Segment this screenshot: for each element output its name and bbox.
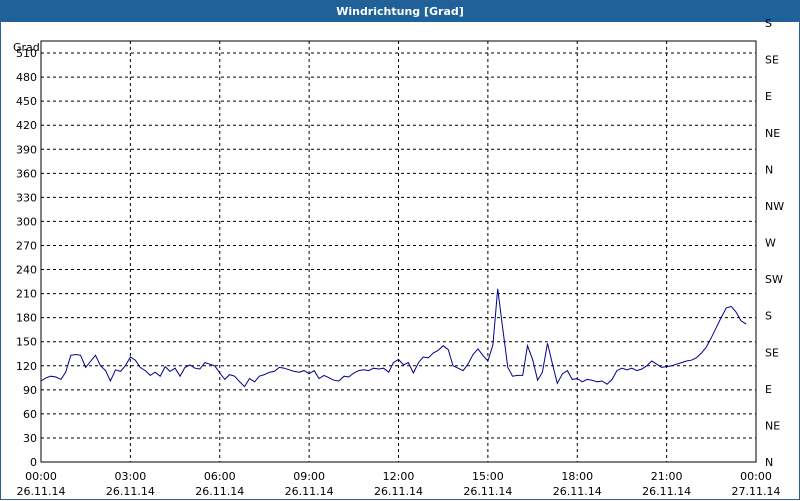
y-axis-ticks: 0 30 60 90 120 150 180 210 240 270 300 330 360 390 420… — [16, 47, 37, 469]
y-tick-label: 360 — [16, 167, 37, 180]
x-tick-time: 18:00 — [561, 470, 593, 483]
x-tick-date: 27.11.14 — [732, 485, 781, 498]
y2-tick-label: NE — [765, 127, 780, 140]
y-tick-label: 420 — [16, 119, 37, 132]
y-tick-label: 270 — [16, 239, 37, 252]
y-tick-label: 30 — [23, 432, 37, 445]
y2-axis-ticks: N NE E SE S SW W NW N NE E SE S — [765, 17, 784, 469]
y-tick-label: 300 — [16, 215, 37, 228]
y-tick-label: 60 — [23, 408, 37, 421]
y-tick-label: 90 — [23, 384, 37, 397]
y-tick-label: 330 — [16, 191, 37, 204]
y2-tick-label: NE — [765, 419, 780, 432]
y2-tick-label: NW — [765, 200, 784, 213]
y2-tick-label: E — [765, 90, 772, 103]
x-tick-time: 03:00 — [115, 470, 147, 483]
y2-tick-label: SW — [765, 273, 783, 286]
y2-tick-label: E — [765, 383, 772, 396]
y-tick-label: 150 — [16, 336, 37, 349]
x-tick-date: 26.11.14 — [463, 485, 512, 498]
wind-direction-chart: Grad 03060901201501802102402703003303603… — [13, 17, 784, 498]
x-tick-date: 26.11.14 — [374, 485, 423, 498]
y-tick-label: 510 — [16, 47, 37, 60]
x-tick-time: 00:00 — [25, 470, 57, 483]
x-axis-ticks: 00:00 26.11.14 03:00 26.11.14 06:00 26.11.14 0… — [17, 470, 781, 498]
y-tick-label: 390 — [16, 143, 37, 156]
x-tick-time: 15:00 — [472, 470, 504, 483]
x-tick-date: 26.11.14 — [195, 485, 244, 498]
x-tick-time: 09:00 — [293, 470, 325, 483]
chart-window: Windrichtung [Grad] Grad 0 30 60 90 120 150 18… — [0, 0, 800, 500]
series-line — [40, 288, 747, 388]
y2-tick-label: S — [765, 17, 772, 30]
x-tick-time: 21:00 — [651, 470, 683, 483]
x-tick-date: 26.11.14 — [285, 485, 334, 498]
y2-tick-label: N — [765, 163, 773, 176]
y-tick-label: 210 — [16, 288, 37, 301]
y2-tick-label: N — [765, 456, 773, 469]
y2-tick-label: S — [765, 310, 772, 323]
y-tick-label: 450 — [16, 95, 37, 108]
grid-lines — [41, 41, 756, 462]
y2-tick-label: SE — [765, 54, 779, 67]
x-tick-time: 06:00 — [204, 470, 236, 483]
y2-tick-label: SE — [765, 346, 779, 359]
x-tick-date: 26.11.14 — [17, 485, 66, 498]
y-tick-label: 480 — [16, 71, 37, 84]
y-tick-label: 180 — [16, 312, 37, 325]
x-tick-time: 12:00 — [383, 470, 415, 483]
y-tick-label: 240 — [16, 264, 37, 277]
x-tick-date: 26.11.14 — [106, 485, 155, 498]
x-tick-time: 00:00 — [740, 470, 772, 483]
y-tick-label: 120 — [16, 360, 37, 373]
x-tick-date: 26.11.14 — [553, 485, 602, 498]
y2-tick-label: W — [765, 237, 776, 250]
y-tick-label: 0 — [30, 456, 37, 469]
x-tick-date: 26.11.14 — [642, 485, 691, 498]
